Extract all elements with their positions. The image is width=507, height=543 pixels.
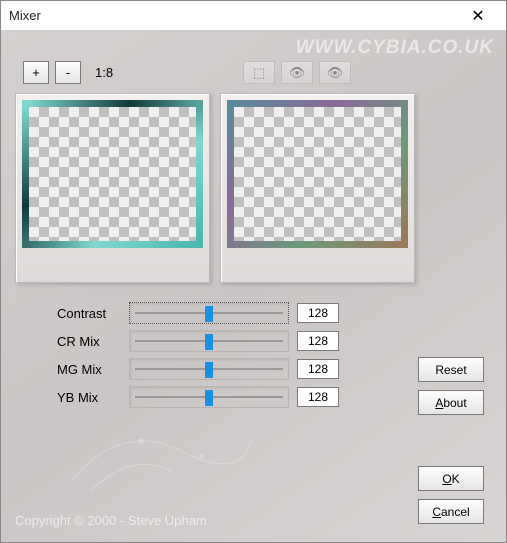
about-button[interactable]: About bbox=[418, 390, 484, 415]
slider-track[interactable] bbox=[129, 302, 289, 324]
window-title: Mixer bbox=[9, 8, 458, 23]
zoom-controls: + - 1:8 bbox=[23, 61, 113, 84]
slider-track[interactable] bbox=[129, 386, 289, 408]
slider-track[interactable] bbox=[129, 358, 289, 380]
slider-value[interactable]: 128 bbox=[297, 359, 339, 379]
zoom-in-button[interactable]: + bbox=[23, 61, 49, 84]
disabled-toggle-1: ⬚ bbox=[243, 61, 275, 84]
slider-row-yb-mix: YB Mix 128 bbox=[57, 383, 357, 411]
reset-button[interactable]: Reset bbox=[418, 357, 484, 382]
slider-label: MG Mix bbox=[57, 362, 121, 377]
cancel-button[interactable]: Cancel bbox=[418, 499, 484, 524]
preview-after[interactable] bbox=[220, 93, 415, 283]
watermark-text: WWW.CYBIA.CO.UK bbox=[296, 37, 494, 59]
slider-value[interactable]: 128 bbox=[297, 331, 339, 351]
close-button[interactable]: ✕ bbox=[458, 2, 498, 30]
slider-label: YB Mix bbox=[57, 390, 121, 405]
disabled-toggle-2: 👁 bbox=[281, 61, 313, 84]
preview-row bbox=[15, 93, 415, 283]
flourish-decoration bbox=[61, 411, 261, 501]
slider-value[interactable]: 128 bbox=[297, 303, 339, 323]
slider-row-mg-mix: MG Mix 128 bbox=[57, 355, 357, 383]
slider-thumb[interactable] bbox=[205, 334, 213, 350]
preview-before[interactable] bbox=[15, 93, 210, 283]
slider-row-contrast: Contrast 128 bbox=[57, 299, 357, 327]
disabled-toggle-group: ⬚ 👁 👁 bbox=[243, 61, 351, 84]
slider-label: CR Mix bbox=[57, 334, 121, 349]
bottom-button-group: OK Cancel bbox=[418, 466, 484, 524]
slider-panel: Contrast 128 CR Mix 128 MG Mix 128 YB Mix 128 bbox=[57, 299, 357, 411]
zoom-ratio-label: 1:8 bbox=[95, 65, 113, 80]
slider-label: Contrast bbox=[57, 306, 121, 321]
zoom-out-button[interactable]: - bbox=[55, 61, 81, 84]
slider-track[interactable] bbox=[129, 330, 289, 352]
checker-pattern bbox=[29, 107, 196, 241]
slider-thumb[interactable] bbox=[205, 306, 213, 322]
side-button-group: Reset About bbox=[418, 357, 484, 415]
slider-thumb[interactable] bbox=[205, 362, 213, 378]
ok-button[interactable]: OK bbox=[418, 466, 484, 491]
mixer-dialog: Mixer ✕ WWW.CYBIA.CO.UK + - 1:8 ⬚ 👁 👁 Co… bbox=[0, 0, 507, 543]
titlebar[interactable]: Mixer ✕ bbox=[1, 1, 506, 31]
slider-thumb[interactable] bbox=[205, 390, 213, 406]
slider-value[interactable]: 128 bbox=[297, 387, 339, 407]
disabled-toggle-3: 👁 bbox=[319, 61, 351, 84]
copyright-text: Copyright © 2000 - Steve Upham bbox=[15, 513, 207, 528]
checker-pattern bbox=[234, 107, 401, 241]
content-area: WWW.CYBIA.CO.UK + - 1:8 ⬚ 👁 👁 Contrast 12… bbox=[1, 31, 506, 542]
slider-row-cr-mix: CR Mix 128 bbox=[57, 327, 357, 355]
